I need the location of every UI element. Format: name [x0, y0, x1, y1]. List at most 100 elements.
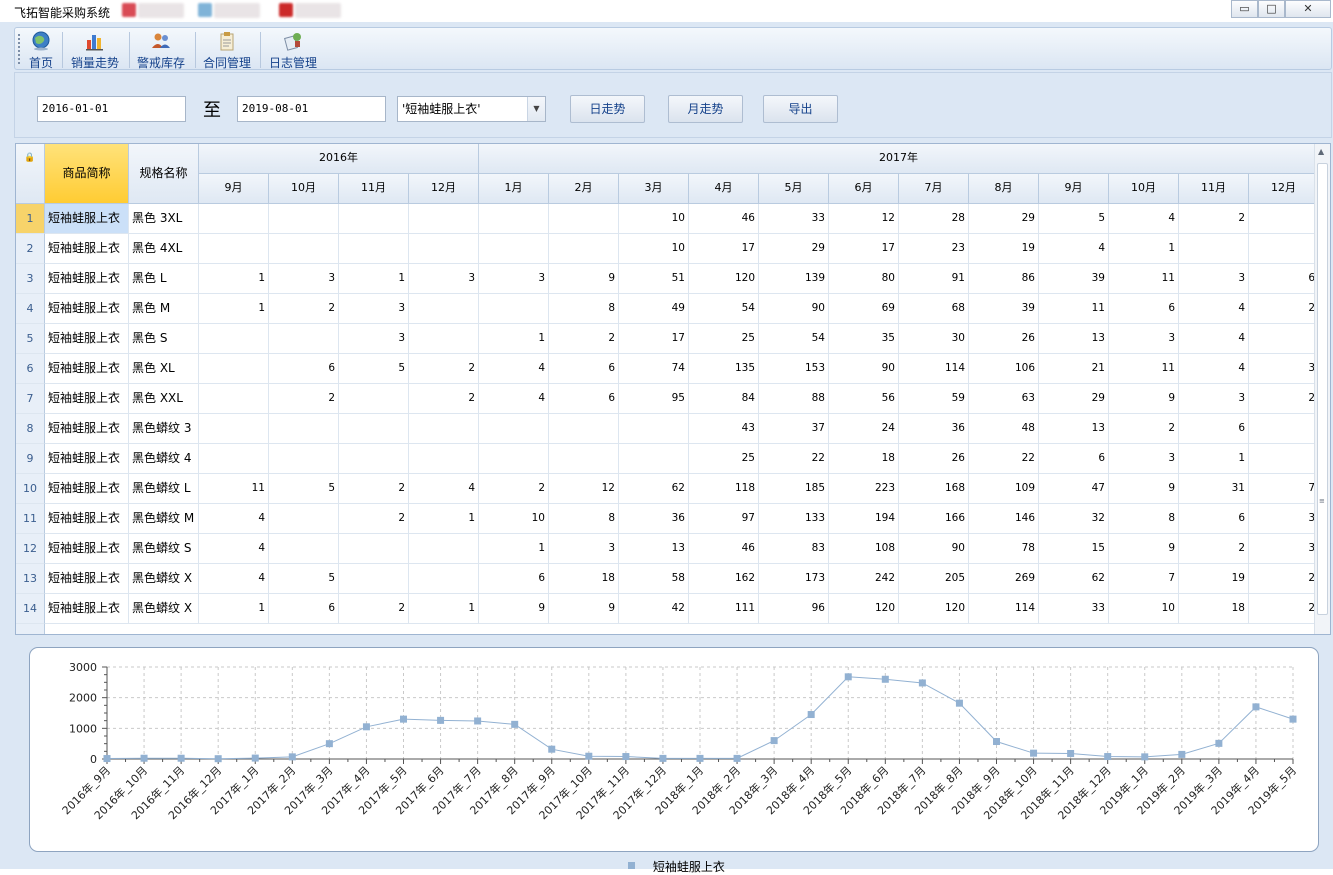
cell-value[interactable]: 118 — [689, 474, 759, 504]
cell-value[interactable]: 5 — [269, 474, 339, 504]
month-header[interactable]: 9月 — [199, 174, 269, 204]
cell-value[interactable] — [269, 444, 339, 474]
cell-value[interactable]: 13 — [619, 534, 689, 564]
cell-value[interactable]: 2 — [409, 384, 479, 414]
cell-value[interactable] — [479, 414, 549, 444]
cell-value[interactable]: 22 — [969, 444, 1039, 474]
cell-value[interactable]: 86 — [969, 264, 1039, 294]
row-header[interactable]: 10 — [16, 474, 45, 504]
cell-value[interactable]: 17 — [619, 324, 689, 354]
cell-value[interactable]: 173 — [759, 564, 829, 594]
column-header-product[interactable]: 商品简称 — [45, 144, 129, 204]
cell-spec[interactable]: 黑色蟒纹 S — [129, 534, 199, 564]
cell-value[interactable]: 62 — [619, 474, 689, 504]
cell-value[interactable]: 4 — [199, 504, 269, 534]
cell-value[interactable]: 3 — [269, 264, 339, 294]
toolbar-contract-button[interactable]: 合同管理 — [201, 30, 253, 70]
cell-value[interactable]: 2 — [339, 594, 409, 624]
cell-value[interactable]: 11 — [1109, 264, 1179, 294]
day-trend-button[interactable]: 日走势 — [570, 95, 645, 123]
cell-spec[interactable]: 黑色 M — [129, 294, 199, 324]
cell-value[interactable]: 31 — [1179, 474, 1249, 504]
cell-value[interactable]: 4 — [199, 564, 269, 594]
cell-product[interactable]: 短袖蛙服上衣 — [45, 444, 129, 474]
minimize-button[interactable]: ▭ — [1231, 0, 1258, 18]
cell-value[interactable] — [339, 204, 409, 234]
cell-value[interactable] — [269, 534, 339, 564]
cell-value[interactable]: 10 — [1109, 594, 1179, 624]
cell-value[interactable]: 29 — [969, 204, 1039, 234]
row-header[interactable]: 4 — [16, 294, 45, 324]
cell-value[interactable]: 26 — [899, 444, 969, 474]
cell-value[interactable] — [339, 534, 409, 564]
cell-spec[interactable]: 黑色 4XL — [129, 234, 199, 264]
month-header[interactable]: 3月 — [619, 174, 689, 204]
cell-value[interactable]: 63 — [969, 384, 1039, 414]
cell-value[interactable]: 3 — [1249, 504, 1316, 534]
cell-value[interactable]: 54 — [759, 324, 829, 354]
cell-value[interactable]: 223 — [829, 474, 899, 504]
cell-value[interactable]: 48 — [969, 414, 1039, 444]
cell-value[interactable]: 78 — [969, 534, 1039, 564]
cell-value[interactable] — [409, 204, 479, 234]
cell-value[interactable]: 2 — [1249, 294, 1316, 324]
cell-value[interactable]: 3 — [1249, 534, 1316, 564]
close-button[interactable]: ✕ — [1285, 0, 1331, 18]
cell-product[interactable]: 短袖蛙服上衣 — [45, 234, 129, 264]
cell-value[interactable]: 3 — [339, 294, 409, 324]
cell-value[interactable]: 6 — [1249, 264, 1316, 294]
month-header[interactable]: 12月 — [1249, 174, 1316, 204]
cell-value[interactable]: 23 — [899, 234, 969, 264]
cell-value[interactable]: 6 — [549, 354, 619, 384]
cell-value[interactable]: 47 — [1039, 474, 1109, 504]
row-header[interactable]: 3 — [16, 264, 45, 294]
cell-value[interactable]: 12 — [549, 474, 619, 504]
cell-value[interactable] — [1249, 234, 1316, 264]
month-header[interactable]: 10月 — [269, 174, 339, 204]
row-header[interactable]: 13 — [16, 564, 45, 594]
end-date-input[interactable]: 2019-08-01 — [237, 96, 386, 122]
cell-product[interactable]: 短袖蛙服上衣 — [45, 474, 129, 504]
cell-value[interactable] — [1249, 324, 1316, 354]
cell-value[interactable] — [479, 444, 549, 474]
cell-spec[interactable]: 黑色蟒纹 X — [129, 594, 199, 624]
cell-value[interactable] — [269, 324, 339, 354]
cell-value[interactable]: 8 — [549, 294, 619, 324]
row-header[interactable]: 1 — [16, 204, 45, 234]
cell-value[interactable] — [409, 534, 479, 564]
cell-value[interactable]: 54 — [689, 294, 759, 324]
cell-product[interactable]: 短袖蛙服上衣 — [45, 414, 129, 444]
sales-grid[interactable]: 🔒 商品简称 规格名称 2016年 2017年 9月 10月 11月 12月 1月 2月 3… — [15, 143, 1331, 635]
cell-value[interactable]: 88 — [759, 384, 829, 414]
cell-spec[interactable]: 黑色 XL — [129, 354, 199, 384]
cell-value[interactable]: 33 — [759, 204, 829, 234]
cell-value[interactable]: 91 — [899, 264, 969, 294]
cell-value[interactable] — [199, 414, 269, 444]
cell-value[interactable]: 6 — [269, 594, 339, 624]
cell-value[interactable]: 13 — [1039, 324, 1109, 354]
scroll-up-arrow-icon[interactable]: ▲ — [1318, 147, 1324, 156]
month-header[interactable]: 12月 — [409, 174, 479, 204]
cell-product[interactable]: 短袖蛙服上衣 — [45, 504, 129, 534]
cell-value[interactable]: 11 — [1109, 354, 1179, 384]
cell-value[interactable]: 18 — [549, 564, 619, 594]
cell-value[interactable]: 1 — [1109, 234, 1179, 264]
cell-value[interactable]: 9 — [1109, 384, 1179, 414]
cell-value[interactable]: 9 — [479, 594, 549, 624]
cell-value[interactable]: 4 — [1039, 234, 1109, 264]
cell-value[interactable]: 6 — [1179, 504, 1249, 534]
cell-value[interactable]: 17 — [689, 234, 759, 264]
cell-value[interactable]: 17 — [829, 234, 899, 264]
cell-value[interactable] — [1249, 204, 1316, 234]
cell-value[interactable]: 19 — [1179, 564, 1249, 594]
cell-product[interactable]: 短袖蛙服上衣 — [45, 294, 129, 324]
cell-value[interactable]: 3 — [1109, 444, 1179, 474]
cell-value[interactable]: 3 — [339, 324, 409, 354]
cell-value[interactable]: 3 — [1179, 384, 1249, 414]
toolbar-log-button[interactable]: 日志管理 — [267, 30, 319, 70]
row-header[interactable]: 5 — [16, 324, 45, 354]
cell-value[interactable]: 90 — [829, 354, 899, 384]
cell-value[interactable]: 28 — [899, 204, 969, 234]
cell-value[interactable]: 9 — [1109, 474, 1179, 504]
cell-value[interactable] — [269, 414, 339, 444]
